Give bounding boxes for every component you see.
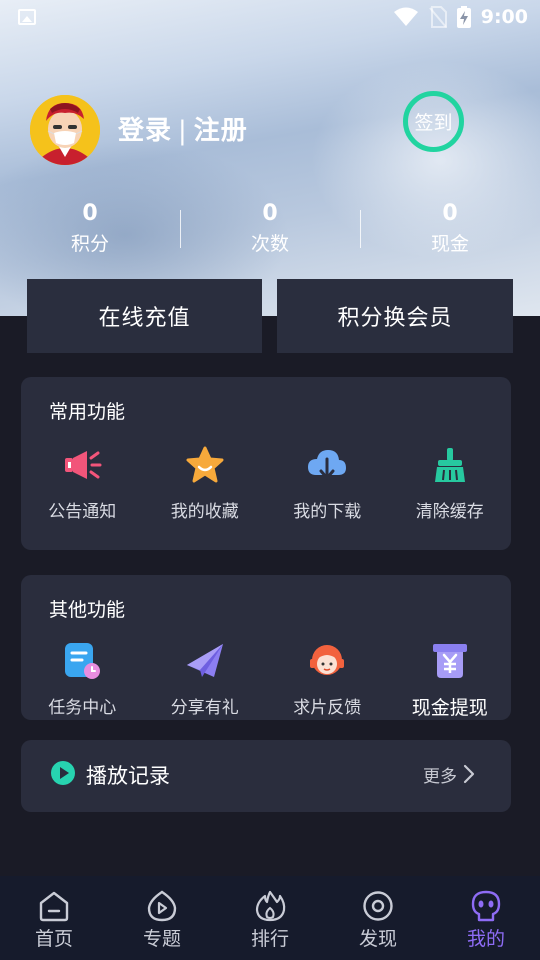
notice-label: 公告通知 [48, 502, 117, 522]
tab-home-label: 首页 [34, 928, 73, 950]
tab-mine[interactable]: 我的 [432, 876, 540, 960]
tab-ranking-label: 排行 [250, 928, 289, 950]
discover-icon [363, 891, 393, 921]
avatar[interactable] [30, 95, 100, 165]
play-drop-icon [147, 890, 177, 922]
signin-button[interactable]: 签到 [403, 91, 464, 152]
tab-topics-label: 专题 [142, 928, 181, 950]
no-sim-icon [428, 6, 447, 28]
stats-row: 0 积分 0 次数 0 现金 [0, 198, 540, 268]
downloads-label: 我的下载 [293, 502, 362, 522]
notice-item[interactable]: 公告通知 [21, 443, 144, 522]
request-feedback-label: 求片反馈 [293, 698, 362, 718]
tab-mine-label: 我的 [466, 928, 505, 950]
task-icon [60, 639, 104, 683]
signin-label: 签到 [414, 112, 453, 134]
status-time: 9:00 [480, 6, 528, 28]
favorites-label: 我的收藏 [170, 502, 239, 522]
tab-discover[interactable]: 发现 [324, 876, 432, 960]
cloud-download-icon [305, 443, 349, 487]
stat-count-label: 次数 [250, 233, 289, 255]
stat-cash-value: 0 [442, 201, 458, 226]
login-separator: | [178, 116, 188, 146]
stat-points-value: 0 [82, 201, 98, 226]
support-agent-icon [305, 639, 349, 683]
tab-discover-label: 发现 [358, 928, 397, 950]
profile-face-icon [471, 890, 501, 922]
bottom-tab-bar: 首页 专题 排行 发现 我的 [0, 876, 540, 960]
other-functions-title: 其他功能 [49, 599, 126, 621]
other-functions-card: 其他功能 任务中心 分享有礼 求片反馈 现金提现 [21, 575, 511, 720]
favorites-item[interactable]: 我的收藏 [144, 443, 267, 522]
battery-charging-icon [456, 6, 471, 28]
broom-icon [428, 443, 472, 487]
stat-cash-label: 现金 [430, 233, 469, 255]
tab-topics[interactable]: 专题 [108, 876, 216, 960]
avatar-illustration [30, 95, 100, 165]
flame-icon [255, 890, 286, 922]
play-circle-icon [51, 761, 75, 785]
other-functions-grid: 任务中心 分享有礼 求片反馈 现金提现 [21, 639, 511, 720]
clear-cache-label: 清除缓存 [415, 502, 484, 522]
common-functions-grid: 公告通知 我的收藏 我的下载 清除缓存 [21, 443, 511, 522]
downloads-item[interactable]: 我的下载 [266, 443, 389, 522]
stat-points-label: 积分 [70, 233, 109, 255]
wifi-icon [393, 7, 418, 26]
play-history-title: 播放记录 [86, 764, 170, 788]
cash-withdraw-icon [428, 639, 472, 683]
status-bar: 9:00 [0, 0, 540, 36]
register-link[interactable]: 注册 [194, 116, 248, 146]
tab-ranking[interactable]: 排行 [216, 876, 324, 960]
cash-withdraw-item[interactable]: 现金提现 [389, 639, 512, 720]
chevron-right-icon[interactable] [463, 764, 475, 784]
common-functions-card: 常用功能 公告通知 我的收藏 我的下载 清除缓存 [21, 377, 511, 550]
login-register-link[interactable]: 登录 | 注册 [118, 110, 248, 147]
star-icon [183, 443, 227, 487]
task-center-item[interactable]: 任务中心 [21, 639, 144, 720]
share-gift-item[interactable]: 分享有礼 [144, 639, 267, 720]
play-history-more-link[interactable]: 更多 [423, 762, 457, 787]
task-center-label: 任务中心 [48, 698, 117, 718]
stat-points[interactable]: 0 积分 [0, 198, 180, 268]
cash-withdraw-label: 现金提现 [411, 697, 488, 719]
recharge-button[interactable]: 在线充值 [27, 279, 262, 353]
stat-count-value: 0 [262, 201, 278, 226]
common-functions-title: 常用功能 [49, 401, 126, 423]
exchange-membership-button[interactable]: 积分换会员 [277, 279, 513, 353]
stat-count[interactable]: 0 次数 [180, 198, 360, 268]
home-icon [39, 891, 69, 922]
megaphone-icon [60, 443, 104, 487]
play-history-card[interactable]: 播放记录 更多 [21, 740, 511, 812]
stat-cash[interactable]: 0 现金 [360, 198, 540, 268]
tab-home[interactable]: 首页 [0, 876, 108, 960]
paper-plane-icon [183, 639, 227, 683]
request-feedback-item[interactable]: 求片反馈 [266, 639, 389, 720]
login-link[interactable]: 登录 [118, 116, 172, 146]
image-notification-icon [18, 9, 36, 25]
share-gift-label: 分享有礼 [170, 698, 239, 718]
clear-cache-item[interactable]: 清除缓存 [389, 443, 512, 522]
